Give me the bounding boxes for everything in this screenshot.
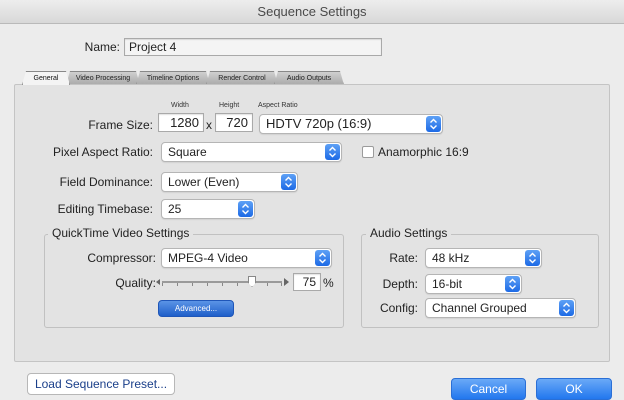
width-caption: Width (171, 102, 189, 109)
window-title: Sequence Settings (0, 0, 624, 24)
audio-settings-title: Audio Settings (366, 226, 452, 240)
advanced-button[interactable]: Advanced... (158, 300, 234, 317)
field-dominance-label: Field Dominance: (59, 175, 153, 189)
compressor-label: Compressor: (87, 251, 156, 265)
quality-percent-sign: % (323, 276, 334, 290)
popup-arrows-icon (559, 300, 574, 316)
config-select[interactable]: Channel Grouped (425, 298, 576, 318)
frame-width-field[interactable]: 1280 (158, 113, 204, 132)
slider-tick (267, 283, 268, 286)
editing-timebase-value: 25 (168, 202, 182, 216)
tab-video-processing[interactable]: Video Processing (66, 71, 140, 85)
pixel-aspect-select[interactable]: Square (161, 142, 342, 162)
config-value: Channel Grouped (432, 301, 527, 315)
frame-size-label: Frame Size: (88, 118, 153, 132)
aspect-ratio-value: HDTV 720p (16:9) (266, 116, 372, 131)
small-triangle-icon (156, 279, 160, 285)
name-label: Name: (84, 40, 120, 54)
config-label: Config: (379, 301, 418, 315)
compressor-value: MPEG-4 Video (168, 251, 248, 265)
slider-tick (237, 283, 238, 286)
load-sequence-preset-button[interactable]: Load Sequence Preset... (27, 373, 175, 395)
slider-tick (177, 283, 178, 286)
ok-button[interactable]: OK (536, 378, 612, 400)
depth-select[interactable]: 16-bit (425, 274, 522, 294)
aspect-ratio-caption: Aspect Ratio (258, 102, 298, 109)
popup-arrows-icon (238, 201, 253, 217)
editing-timebase-label: Editing Timebase: (57, 202, 153, 216)
tab-general[interactable]: General (22, 71, 70, 85)
depth-value: 16-bit (432, 277, 463, 291)
anamorphic-checkbox[interactable] (362, 146, 374, 158)
tab-render-control[interactable]: Render Control (206, 71, 278, 85)
pixel-aspect-label: Pixel Aspect Ratio: (52, 145, 153, 159)
popup-arrows-icon (505, 276, 520, 292)
rate-value: 48 kHz (432, 251, 470, 265)
sequence-settings-window: Sequence Settings Name: Project 4 Genera… (0, 0, 624, 400)
slider-tick (281, 283, 282, 286)
field-dominance-select[interactable]: Lower (Even) (161, 172, 298, 192)
pixel-aspect-value: Square (168, 145, 207, 159)
quicktime-group-title: QuickTime Video Settings (48, 226, 194, 240)
tab-audio-outputs[interactable]: Audio Outputs (274, 71, 344, 85)
popup-arrows-icon (281, 174, 296, 190)
height-caption: Height (219, 102, 240, 109)
depth-label: Depth: (382, 277, 418, 291)
tab-timeline-options[interactable]: Timeline Options (136, 71, 210, 85)
frame-size-x: x (206, 118, 212, 132)
quality-value-field[interactable]: 75 (293, 273, 321, 291)
popup-arrows-icon (325, 144, 340, 160)
rate-select[interactable]: 48 kHz (425, 248, 542, 268)
slider-tick (162, 283, 163, 286)
large-triangle-icon (284, 278, 289, 286)
aspect-ratio-select[interactable]: HDTV 720p (16:9) (259, 114, 443, 134)
frame-height-field[interactable]: 720 (215, 113, 253, 132)
rate-label: Rate: (389, 251, 418, 265)
cancel-button[interactable]: Cancel (451, 378, 526, 400)
editing-timebase-select[interactable]: 25 (161, 199, 255, 219)
quality-slider-ticks (162, 283, 282, 287)
slider-tick (222, 283, 223, 286)
name-field[interactable]: Project 4 (124, 38, 382, 56)
field-dominance-value: Lower (Even) (168, 175, 240, 189)
compressor-select[interactable]: MPEG-4 Video (161, 248, 332, 268)
popup-arrows-icon (315, 250, 330, 266)
anamorphic-label: Anamorphic 16:9 (378, 145, 469, 159)
popup-arrows-icon (525, 250, 540, 266)
popup-arrows-icon (426, 116, 441, 132)
slider-tick (192, 283, 193, 286)
quality-label: Quality: (115, 276, 156, 290)
slider-tick (207, 283, 208, 286)
